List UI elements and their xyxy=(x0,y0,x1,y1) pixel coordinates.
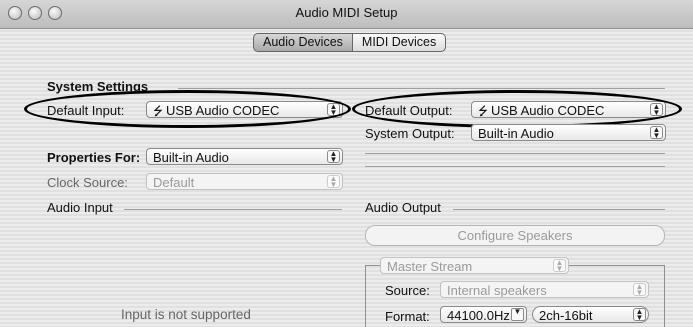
master-stream-popup[interactable]: Master Stream ▲ ▼ xyxy=(380,257,569,274)
audio-input-divider xyxy=(124,209,342,210)
clock-source-popup[interactable]: Default ▲ ▼ xyxy=(146,173,343,190)
updown-arrows-icon: ▲ ▼ xyxy=(327,150,340,164)
audio-output-heading: Audio Output xyxy=(365,200,441,215)
format-label: Format: xyxy=(385,309,430,324)
format-bits-popup[interactable]: 2ch-16bit ▲ ▼ xyxy=(532,306,649,323)
right-divider-2 xyxy=(365,166,665,167)
format-rate-value: 44100.0Hz xyxy=(447,308,510,323)
audio-input-heading: Audio Input xyxy=(47,200,113,215)
updown-arrows-icon: ▲ ▼ xyxy=(633,283,646,297)
chevron-down-icon: ▼ xyxy=(511,308,524,321)
audio-output-divider xyxy=(453,209,665,210)
properties-for-value: Built-in Audio xyxy=(153,150,229,165)
title-bar: Audio MIDI Setup xyxy=(0,0,693,29)
device-tabs: Audio Devices MIDI Devices xyxy=(253,33,447,52)
configure-speakers-button[interactable]: Configure Speakers xyxy=(365,225,665,246)
format-rate-popup[interactable]: 44100.0Hz ▼ xyxy=(440,306,527,323)
source-popup[interactable]: Internal speakers ▲ ▼ xyxy=(440,281,649,298)
updown-arrows-icon: ▲ ▼ xyxy=(633,308,646,322)
updown-arrows-icon: ▲ ▼ xyxy=(327,175,340,189)
properties-for-popup[interactable]: Built-in Audio ▲ ▼ xyxy=(146,148,343,165)
clock-source-value: Default xyxy=(153,175,195,190)
tab-midi-devices[interactable]: MIDI Devices xyxy=(352,33,447,52)
updown-arrows-icon: ▲ ▼ xyxy=(553,259,566,273)
audio-midi-setup-window: Audio MIDI Setup Audio Devices MIDI Devi… xyxy=(0,0,693,327)
source-value: Internal speakers xyxy=(447,283,547,298)
updown-arrows-icon: ▲ ▼ xyxy=(650,126,663,140)
format-bits-value: 2ch-16bit xyxy=(539,308,593,323)
master-stream-value: Master Stream xyxy=(387,259,473,274)
input-not-supported-message: Input is not supported xyxy=(121,307,251,322)
system-output-popup[interactable]: Built-in Audio ▲ ▼ xyxy=(471,124,666,141)
right-divider-1 xyxy=(365,153,665,154)
system-settings-divider xyxy=(178,88,665,89)
system-output-value: Built-in Audio xyxy=(478,126,554,141)
system-output-label: System Output: xyxy=(365,126,455,141)
clock-source-label: Clock Source: xyxy=(47,175,128,190)
properties-for-label: Properties For: xyxy=(47,150,141,165)
window-title: Audio MIDI Setup xyxy=(295,5,398,20)
tab-audio-devices[interactable]: Audio Devices xyxy=(253,33,353,52)
highlight-oval-output xyxy=(352,90,682,128)
source-label: Source: xyxy=(385,283,430,298)
highlight-oval-input xyxy=(24,90,351,128)
